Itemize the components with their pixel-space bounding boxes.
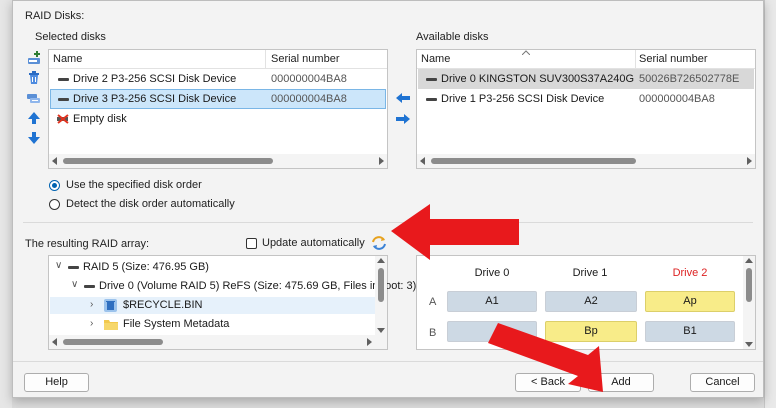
cancel-button[interactable]: Cancel [690,373,755,392]
specified-order-label[interactable]: Use the specified disk order [66,179,202,191]
disk-name: Empty disk [73,113,127,125]
available-disks-list[interactable]: Name Serial number Drive 0 KINGSTON SUV3… [416,49,756,169]
column-name[interactable]: Name [53,53,82,65]
recycle-bin-icon [104,299,117,312]
available-disks-title: Available disks [416,31,489,43]
fsmeta-node-label: File System Metadata [123,318,230,330]
raid-icon [68,266,79,269]
selected-list-hscroll[interactable] [49,154,387,168]
disk-serial: 000000004BA8 [271,73,347,85]
disk-serial: 50026B726502778E [639,73,740,85]
scroll-thumb[interactable] [63,158,273,164]
auto-order-label[interactable]: Detect the disk order automatically [66,198,235,210]
disk-name: Drive 3 P3-256 SCSI Disk Device [73,93,237,105]
disk-name: Drive 1 P3-256 SCSI Disk Device [441,93,605,105]
result-label: The resulting RAID array: [25,238,150,250]
scroll-down-icon[interactable] [745,342,753,347]
scroll-thumb[interactable] [746,268,752,302]
stripe-block [447,321,537,342]
disk-serial: 000000004BA8 [271,93,347,105]
scroll-left-icon[interactable] [52,157,57,165]
scroll-right-icon[interactable] [379,157,384,165]
available-disk-row-active[interactable]: Drive 0 KINGSTON SUV300S37A240G 50026B72… [418,69,754,89]
back-button[interactable]: < Back [515,373,581,392]
column-serial[interactable]: Serial number [271,53,339,65]
add-disk-icon[interactable] [27,51,41,65]
selected-disk-row[interactable]: Empty disk [50,109,386,129]
scroll-right-icon[interactable] [367,338,372,346]
disk-icon [426,98,437,101]
section-divider [23,222,753,223]
raid-layout-view[interactable]: Drive 0 Drive 1 Drive 2 A A1 A2 Ap B Bp … [416,255,756,350]
background-window-right [764,0,776,408]
available-disk-row[interactable]: Drive 1 P3-256 SCSI Disk Device 00000000… [418,89,754,109]
sort-ascending-icon [522,50,530,55]
drive-node-label: Drive 0 (Volume RAID 5) ReFS (Size: 475.… [99,280,417,292]
selected-disks-header: Name Serial number [49,50,387,69]
raid-disks-label: RAID Disks: [25,10,85,22]
empty-disk-icon [57,114,69,124]
disk-icon [58,98,69,101]
layout-drive-header: Drive 1 [572,267,608,279]
scroll-thumb[interactable] [431,158,636,164]
scroll-left-icon[interactable] [420,157,425,165]
help-button[interactable]: Help [24,373,89,392]
stripe-label: A [429,296,437,308]
selected-disk-row[interactable]: Drive 2 P3-256 SCSI Disk Device 00000000… [50,69,386,89]
disk-name: Drive 0 KINGSTON SUV300S37A240G [441,73,634,85]
move-to-available-icon[interactable] [396,114,410,124]
column-name[interactable]: Name [421,53,450,65]
available-disks-header: Name Serial number [417,50,755,69]
layout-drive-header-missing: Drive 2 [672,267,708,279]
raid-tree-view[interactable]: ∨ RAID 5 (Size: 476.95 GB) ∨ Drive 0 (Vo… [48,255,416,350]
move-down-icon[interactable] [27,131,41,145]
scroll-up-icon[interactable] [745,258,753,263]
tree-hscroll[interactable] [49,335,387,349]
raid-builder-dialog: RAID Disks: Selected disks Available dis… [12,0,764,398]
folder-icon [104,320,118,330]
layout-vscroll[interactable] [743,256,755,349]
parity-block: Ap [645,291,735,312]
replace-disk-icon[interactable] [27,91,41,105]
move-to-selected-icon[interactable] [396,93,410,103]
parity-block: Bp [545,321,637,342]
add-button[interactable]: Add [588,373,654,392]
layout-drive-header: Drive 0 [474,267,510,279]
scroll-left-icon[interactable] [52,338,57,346]
disk-icon [426,78,437,81]
selected-disks-list[interactable]: Name Serial number Drive 2 P3-256 SCSI D… [48,49,388,169]
scroll-down-icon[interactable] [377,328,385,333]
delete-disk-icon[interactable] [27,71,41,85]
disk-serial: 000000004BA8 [639,93,715,105]
tree-node-recycle[interactable]: › $RECYCLE.BIN [50,297,377,314]
selected-disks-title: Selected disks [35,31,106,43]
volume-icon [84,285,95,288]
update-automatically-label[interactable]: Update automatically [262,237,365,249]
background-window-left [0,0,12,408]
stripe-block: B1 [645,321,735,342]
refresh-icon[interactable] [371,235,387,251]
scroll-right-icon[interactable] [747,157,752,165]
stripe-label: B [429,327,437,339]
column-serial[interactable]: Serial number [639,53,707,65]
disk-name: Drive 2 P3-256 SCSI Disk Device [73,73,237,85]
disk-icon [58,78,69,81]
available-list-hscroll[interactable] [417,154,755,168]
footer-divider [13,361,763,362]
stripe-block: A1 [447,291,537,312]
recycle-node-label: $RECYCLE.BIN [123,299,203,311]
move-up-icon[interactable] [27,111,41,125]
stripe-block: A2 [545,291,637,312]
specified-order-radio[interactable] [49,180,60,191]
tree-vscroll[interactable] [375,256,387,335]
selected-disk-row-active[interactable]: Drive 3 P3-256 SCSI Disk Device 00000000… [50,89,386,109]
raid-node-label: RAID 5 (Size: 476.95 GB) [83,261,209,273]
update-automatically-checkbox[interactable] [246,238,257,249]
scroll-thumb[interactable] [378,268,384,302]
auto-order-radio[interactable] [49,199,60,210]
scroll-up-icon[interactable] [377,258,385,263]
scroll-thumb[interactable] [63,339,163,345]
